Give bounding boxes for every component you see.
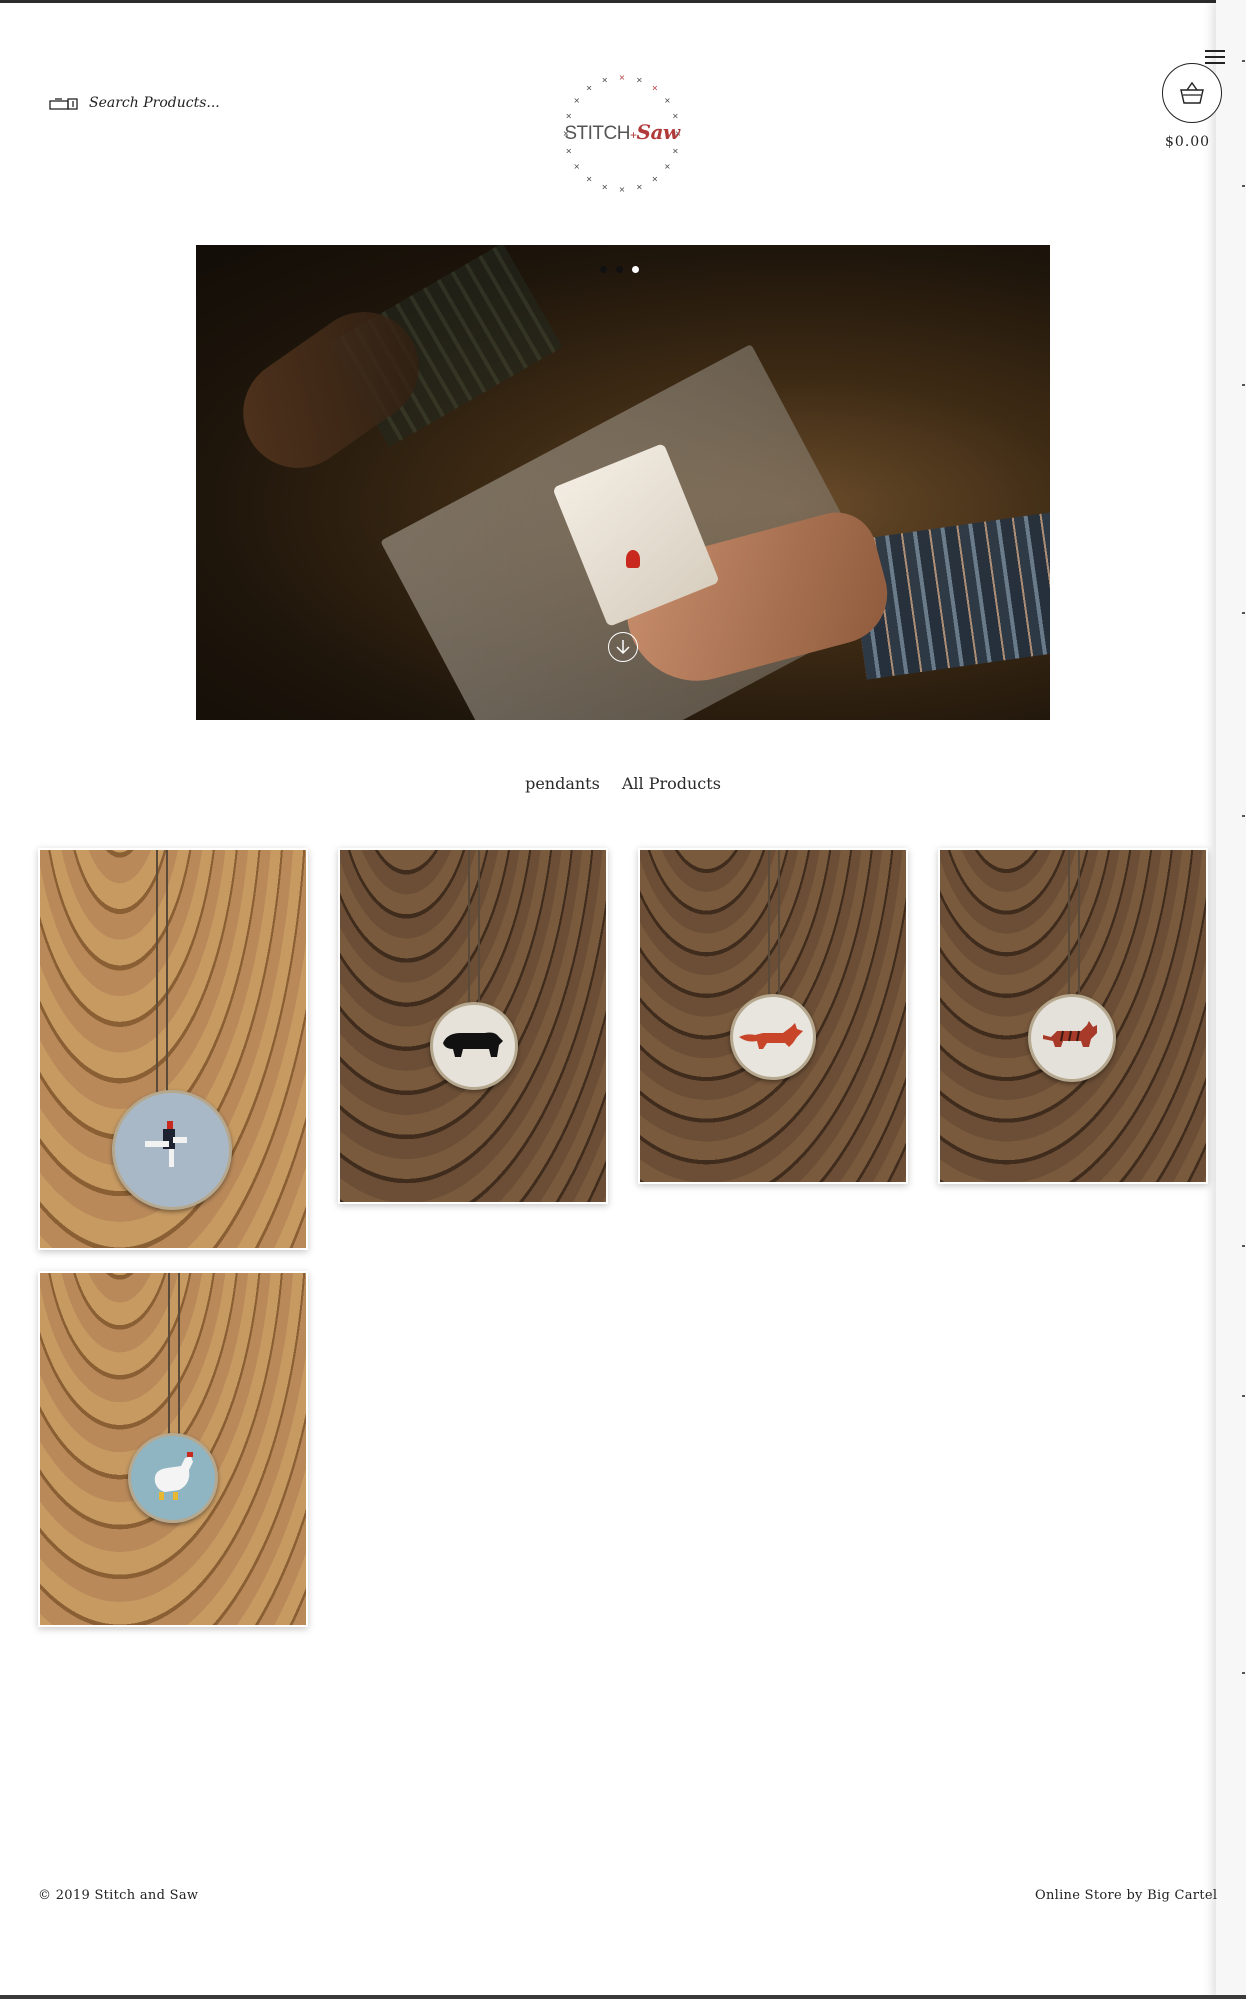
ring-stitch: × (652, 84, 659, 93)
ring-stitch: × (619, 73, 626, 82)
product-image-chicken (40, 1273, 306, 1625)
pendant (128, 1433, 218, 1523)
logo-text-saw: Saw (636, 120, 681, 144)
ring-stitch: × (652, 174, 659, 183)
menu-icon-line (1205, 50, 1225, 52)
footer-credit-link[interactable]: Online Store by Big Cartel (1035, 1888, 1217, 1903)
drawer-mark (1242, 384, 1245, 386)
store-logo[interactable]: × × × × × × × × × × × × × × × × × × × × STITCH+Saw (559, 70, 685, 196)
ring-stitch: × (586, 174, 593, 183)
ring-stitch: × (672, 146, 679, 155)
drawer-mark (1242, 815, 1245, 817)
slide-dot-1[interactable] (600, 266, 607, 273)
drawer-mark (1242, 60, 1245, 62)
top-border (0, 0, 1246, 3)
basket-icon (1180, 81, 1204, 104)
fox-stitch-icon (739, 1023, 803, 1049)
chicken-stitch-icon (154, 1452, 193, 1500)
search-input[interactable] (89, 95, 249, 111)
cat-stitch-icon (1043, 1021, 1097, 1047)
product-card[interactable] (638, 848, 908, 1184)
menu-icon-line (1205, 62, 1225, 64)
product-image-bear (340, 850, 606, 1202)
product-image-fox (640, 850, 906, 1182)
category-link-all-products[interactable]: All Products (622, 774, 721, 793)
menu-icon-line (1205, 56, 1225, 58)
bear-stitch-icon (443, 1032, 503, 1057)
slide-dot-2[interactable] (616, 266, 623, 273)
slide-dot-3[interactable] (632, 266, 639, 273)
cart-total: $0.00 (1165, 134, 1211, 150)
drawer-mark (1242, 1245, 1245, 1247)
hero-photo-detail (626, 550, 640, 568)
arrow-down-icon (616, 640, 630, 655)
pendant (430, 1002, 518, 1090)
ring-stitch: × (586, 84, 593, 93)
ring-stitch: × (664, 162, 671, 171)
drawer-mark (1242, 1395, 1245, 1397)
scroll-down-button[interactable] (608, 632, 638, 662)
ring-stitch: × (565, 146, 572, 155)
footer-copyright: © 2019 Stitch and Saw (38, 1888, 199, 1903)
category-link-pendants[interactable]: pendants (525, 774, 600, 793)
ring-stitch: × (573, 162, 580, 171)
product-image-cat (940, 850, 1206, 1182)
product-card[interactable] (338, 848, 608, 1204)
ring-stitch: × (636, 182, 643, 191)
drawer-mark (1242, 185, 1245, 187)
search-bar[interactable] (49, 92, 249, 114)
logo-wordmark: STITCH+Saw (559, 120, 685, 145)
ring-stitch: × (619, 185, 626, 194)
category-nav: pendants All Products (0, 774, 1246, 793)
pendant (730, 994, 816, 1080)
ring-stitch: × (636, 76, 643, 85)
bottom-border (0, 1995, 1246, 1999)
ring-stitch: × (601, 182, 608, 191)
side-drawer-edge (1216, 0, 1246, 1999)
logo-text-stitch: STITCH (564, 123, 630, 144)
saw-search-icon (49, 96, 79, 110)
product-card[interactable] (38, 1271, 308, 1627)
ring-stitch: × (573, 96, 580, 105)
product-image-bird (40, 850, 306, 1248)
product-card[interactable] (938, 848, 1208, 1184)
ring-stitch: × (601, 76, 608, 85)
bird-stitch-icon (145, 1121, 187, 1167)
pendant (1028, 994, 1116, 1082)
cart-button[interactable] (1162, 63, 1222, 123)
ring-stitch: × (664, 96, 671, 105)
hero-slideshow[interactable] (196, 245, 1050, 720)
slide-indicators (600, 266, 639, 273)
drawer-mark (1242, 1672, 1245, 1674)
drawer-mark (1242, 612, 1245, 614)
product-card[interactable] (38, 848, 308, 1250)
pendant (112, 1090, 232, 1210)
hamburger-menu-button[interactable] (1205, 48, 1227, 66)
